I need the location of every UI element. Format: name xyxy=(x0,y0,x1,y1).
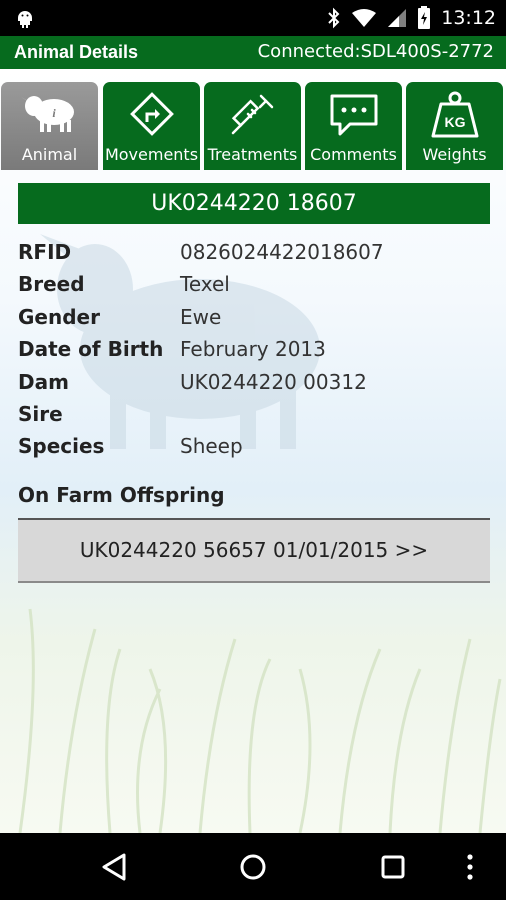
detail-value: Texel xyxy=(180,272,230,297)
detail-row-breed: Breed Texel xyxy=(18,272,490,304)
weight-kg-text: KG xyxy=(444,114,465,130)
weight-kg-icon: KG xyxy=(431,91,478,138)
recent-apps-icon[interactable] xyxy=(373,847,413,887)
offspring-list-item[interactable]: UK0244220 56657 01/01/2015 >> xyxy=(18,518,490,583)
app-header: Animal Details Connected:SDL400S-2772 xyxy=(0,36,506,69)
comment-bubble-icon xyxy=(330,94,377,136)
detail-label: Dam xyxy=(18,369,69,394)
detail-label: Species xyxy=(18,434,105,459)
detail-row-date-of-birth: Date of Birth February 2013 xyxy=(18,337,490,369)
tab-weights-label: Weights xyxy=(422,145,487,164)
status-bar: 13:12 xyxy=(0,0,506,36)
detail-value: UK0244220 00312 xyxy=(180,369,367,394)
detail-value: Ewe xyxy=(180,304,222,329)
tab-animal-label: Animal xyxy=(21,145,78,164)
sheep-icon: i xyxy=(20,96,74,132)
navigation-bar xyxy=(0,833,506,900)
detail-value: February 2013 xyxy=(180,337,326,362)
battery-icon xyxy=(418,6,431,29)
offspring-section-title: On Farm Offspring xyxy=(18,483,225,507)
detail-row-sire: Sire xyxy=(18,402,490,434)
connection-status: Connected:SDL400S-2772 xyxy=(257,41,494,62)
detail-row-species: Species Sheep xyxy=(18,434,490,466)
detail-label: Breed xyxy=(18,272,85,297)
animal-details-list: RFID 0826024422018607 Breed Texel Gender… xyxy=(18,240,490,467)
bluetooth-icon xyxy=(328,7,340,29)
tab-bar: i Animal Movements Treatments Comments K… xyxy=(0,82,506,170)
content-area: i Animal Movements Treatments Comments K… xyxy=(0,69,506,833)
android-notification-icon xyxy=(18,11,32,28)
syringe-icon xyxy=(231,94,273,135)
tab-animal[interactable]: i Animal xyxy=(1,82,98,170)
tab-treatments[interactable]: Treatments xyxy=(204,82,301,170)
tab-movements-label: Movements xyxy=(104,145,199,164)
status-time: 13:12 xyxy=(441,7,496,29)
detail-label: RFID xyxy=(18,240,72,264)
detail-label: Gender xyxy=(18,304,100,329)
tab-comments[interactable]: Comments xyxy=(305,82,402,170)
detail-row-dam: Dam UK0244220 00312 xyxy=(18,370,490,402)
animal-id-header: UK0244220 18607 xyxy=(18,183,490,224)
detail-label: Sire xyxy=(18,401,63,426)
back-icon[interactable] xyxy=(94,847,134,887)
detail-label: Date of Birth xyxy=(18,337,164,362)
wifi-icon xyxy=(352,9,377,27)
cell-signal-icon xyxy=(388,9,407,27)
home-icon[interactable] xyxy=(233,847,273,887)
detail-row-rfid: RFID 0826024422018607 xyxy=(18,240,490,272)
direction-sign-icon xyxy=(129,92,174,136)
screen-title: Animal Details xyxy=(14,42,139,62)
tab-weights[interactable]: KG Weights xyxy=(406,82,503,170)
detail-value: Sheep xyxy=(180,434,243,459)
detail-value: 0826024422018607 xyxy=(180,240,384,264)
overflow-menu-icon[interactable] xyxy=(460,847,480,887)
tab-movements[interactable]: Movements xyxy=(103,82,200,170)
tab-comments-label: Comments xyxy=(310,145,397,164)
detail-row-gender: Gender Ewe xyxy=(18,305,490,337)
tab-treatments-label: Treatments xyxy=(207,145,298,164)
